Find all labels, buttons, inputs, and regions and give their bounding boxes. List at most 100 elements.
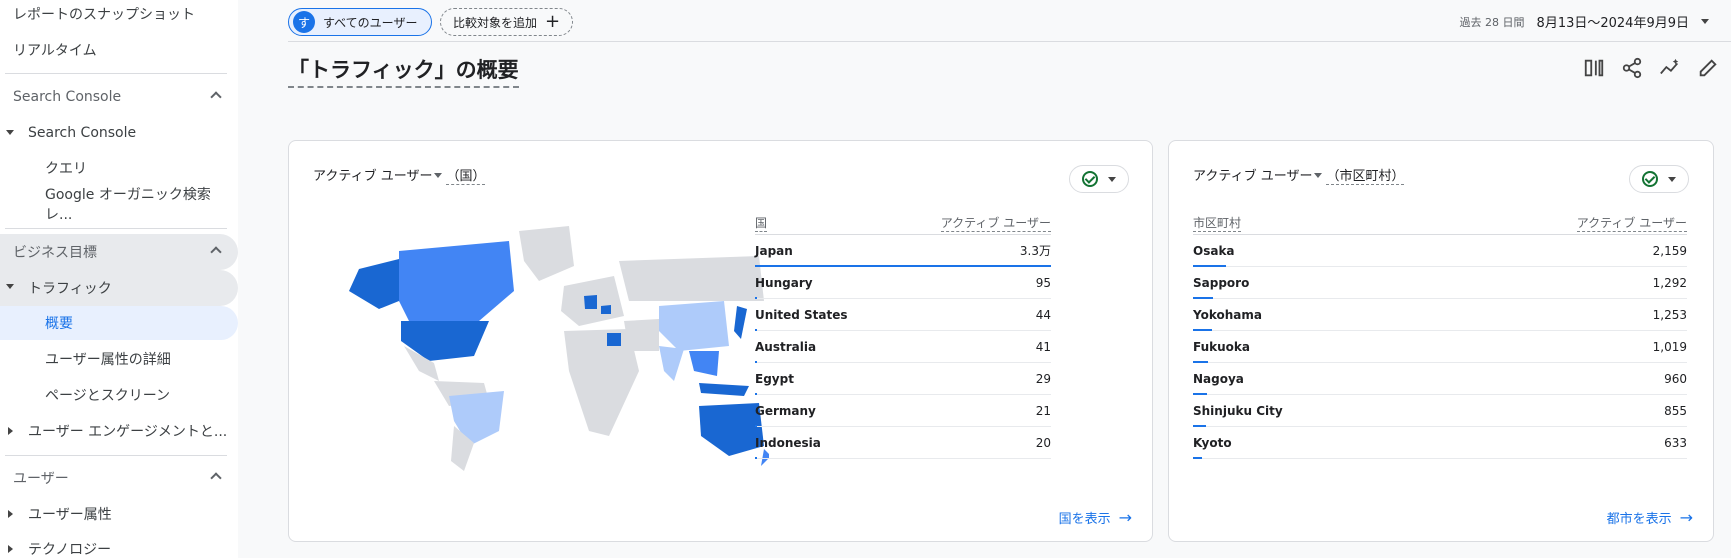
sidebar-item-realtime[interactable]: リアルタイム	[0, 33, 238, 67]
section-user[interactable]: ユーザー	[0, 460, 238, 496]
table-row[interactable]: Sapporo 1,292	[1193, 267, 1687, 299]
map-region-russia	[619, 256, 764, 301]
table-row[interactable]: Fukuoka 1,019	[1193, 331, 1687, 363]
table-row[interactable]: Osaka 2,159	[1193, 235, 1687, 267]
row-value: 29	[1035, 371, 1051, 386]
section-search-console[interactable]: Search Console	[0, 79, 238, 115]
country-table: 国 アクティブ ユーザー Japan 3.3万 Hungary 95 United St…	[755, 211, 1051, 459]
row-label: Hungary	[755, 275, 813, 290]
row-label: Indonesia	[755, 435, 821, 450]
sidebar-group-engagement[interactable]: ユーザー エンゲージメントと...	[0, 414, 238, 448]
map-region-germany	[584, 295, 597, 309]
map-region-indonesia	[699, 383, 749, 396]
all-users-chip[interactable]: す すべてのユーザー	[288, 8, 433, 36]
table-row[interactable]: United States 44	[755, 299, 1051, 331]
caret-right-icon	[8, 545, 13, 553]
row-label: Egypt	[755, 371, 794, 386]
section-business-goals[interactable]: ビジネス目標	[0, 234, 238, 270]
row-value: 2,159	[1652, 243, 1687, 258]
table-row[interactable]: Japan 3.3万	[755, 235, 1051, 267]
view-cities-link[interactable]: 都市を表示 →	[1607, 508, 1693, 527]
table-row[interactable]: Indonesia 20	[755, 427, 1051, 459]
sidebar-item-pages-screens[interactable]: ページとスクリーン	[0, 378, 238, 412]
row-label: Yokohama	[1193, 307, 1262, 322]
row-bar	[1193, 457, 1203, 459]
sidebar-group-traffic[interactable]: トラフィック	[0, 270, 238, 306]
sidebar-item-demographics[interactable]: ユーザー属性の詳細	[0, 342, 238, 376]
row-value: 633	[1664, 435, 1687, 450]
chevron-up-icon	[210, 91, 222, 103]
arrow-right-icon: →	[1679, 508, 1693, 527]
share-icon[interactable]	[1621, 57, 1643, 79]
date-range-picker[interactable]: 過去 28 日間 8月13日～2024年9月9日	[1460, 12, 1709, 31]
map-region-china	[659, 301, 729, 351]
table-header: 国 アクティブ ユーザー	[755, 211, 1051, 235]
map-region-hungary	[601, 305, 611, 314]
city-card-title[interactable]: アクティブ ユーザー （市区町村）	[1193, 165, 1405, 185]
row-label: Osaka	[1193, 243, 1235, 258]
row-label: Nagoya	[1193, 371, 1244, 386]
row-label: Fukuoka	[1193, 339, 1250, 354]
row-bar	[755, 457, 757, 459]
row-value: 41	[1035, 339, 1051, 354]
row-value: 3.3万	[1019, 244, 1051, 258]
edit-icon[interactable]	[1697, 57, 1719, 79]
map-region-africa	[564, 329, 639, 436]
table-row[interactable]: Shinjuku City 855	[1193, 395, 1687, 427]
check-circle-icon	[1642, 171, 1658, 187]
table-row[interactable]: Germany 21	[755, 395, 1051, 427]
row-label: Australia	[755, 339, 817, 354]
top-bar: す すべてのユーザー 比較対象を追加 + 過去 28 日間 8月13日～2024…	[288, 0, 1731, 42]
sidebar-item-snapshot[interactable]: レポートのスナップショット	[0, 0, 238, 31]
insights-icon[interactable]	[1659, 57, 1681, 79]
table-row[interactable]: Kyoto 633	[1193, 427, 1687, 459]
table-row[interactable]: Yokohama 1,253	[1193, 299, 1687, 331]
sidebar-group-user-attributes[interactable]: ユーザー属性	[0, 497, 238, 531]
sidebar-group-technology[interactable]: テクノロジー	[0, 532, 238, 558]
map-region-egypt	[607, 333, 621, 346]
row-value: 855	[1664, 403, 1687, 418]
city-card: アクティブ ユーザー （市区町村） 市区町村 アクティブ ユーザー Osaka 2,…	[1168, 140, 1714, 542]
row-label: Sapporo	[1193, 275, 1250, 290]
sidebar-group-search-console[interactable]: Search Console	[0, 116, 238, 150]
add-comparison-button[interactable]: 比較対象を追加 +	[440, 8, 574, 36]
table-row[interactable]: Australia 41	[755, 331, 1051, 363]
data-quality-chip[interactable]	[1629, 165, 1689, 193]
sidebar-item-organic-search[interactable]: Google オーガニック検索レ...	[0, 187, 238, 223]
row-value: 1,253	[1652, 307, 1687, 322]
map-region-canada	[399, 241, 514, 321]
caret-down-icon	[6, 130, 14, 135]
map-region-southeast-asia	[689, 351, 719, 376]
divider	[5, 73, 227, 74]
row-label: Japan	[755, 243, 793, 258]
row-value: 21	[1035, 403, 1051, 418]
sidebar-item-query[interactable]: クエリ	[0, 151, 238, 185]
row-label: Kyoto	[1193, 435, 1232, 450]
row-label: Shinjuku City	[1193, 403, 1283, 418]
row-value: 95	[1035, 275, 1051, 290]
check-circle-icon	[1082, 171, 1098, 187]
caret-down-icon	[1701, 19, 1709, 24]
caret-right-icon	[8, 510, 13, 518]
map-region-india	[659, 346, 684, 381]
report-toolbar	[1583, 57, 1719, 79]
world-map[interactable]	[339, 221, 769, 471]
table-row[interactable]: Egypt 29	[755, 363, 1051, 395]
row-value: 44	[1035, 307, 1051, 322]
compare-columns-icon[interactable]	[1583, 57, 1605, 79]
table-row[interactable]: Nagoya 960	[1193, 363, 1687, 395]
row-label: Germany	[755, 403, 816, 418]
caret-down-icon	[1668, 176, 1676, 182]
sidebar-item-overview[interactable]: 概要	[0, 306, 238, 340]
caret-down-icon	[1108, 176, 1116, 182]
row-value: 1,019	[1652, 339, 1687, 354]
map-region-greenland	[519, 226, 574, 281]
caret-down-icon	[1314, 173, 1323, 178]
page-title[interactable]: 「トラフィック」の概要	[288, 54, 519, 88]
chevron-up-icon	[210, 472, 222, 484]
table-row[interactable]: Hungary 95	[755, 267, 1051, 299]
view-countries-link[interactable]: 国を表示 →	[1059, 508, 1132, 527]
map-region-middle-east	[624, 319, 659, 351]
data-quality-chip[interactable]	[1069, 165, 1129, 193]
country-card-title[interactable]: アクティブ ユーザー （国）	[313, 165, 486, 185]
